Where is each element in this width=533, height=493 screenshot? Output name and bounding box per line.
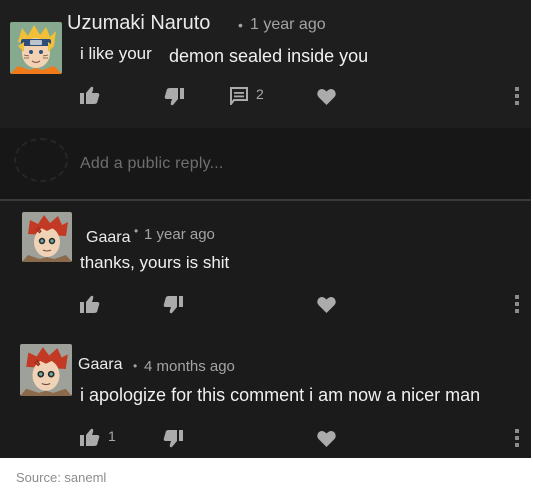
avatar[interactable] [10, 22, 62, 74]
comment-timestamp[interactable]: 1 year ago [250, 16, 326, 34]
avatar[interactable] [22, 212, 72, 262]
thumbs-down-icon[interactable] [163, 430, 183, 448]
comment-timestamp[interactable]: 4 months ago [144, 358, 235, 375]
screenshot: Uzumaki Naruto • 1 year ago i like your … [0, 0, 531, 458]
more-vert-icon[interactable] [514, 295, 520, 313]
more-vert-icon[interactable] [514, 429, 520, 447]
source-credit: Source: saneml [16, 470, 107, 485]
thumbs-down-icon[interactable] [163, 296, 183, 314]
comment-author[interactable]: Uzumaki Naruto [67, 12, 210, 35]
thumbs-up-icon[interactable] [80, 295, 100, 313]
more-vert-icon[interactable] [514, 87, 520, 105]
avatar[interactable] [20, 344, 72, 396]
heart-icon[interactable] [317, 88, 336, 105]
separator-dot: • [134, 224, 139, 238]
comment-author[interactable]: Gaara [86, 229, 130, 247]
comment-text-part2: demon sealed inside you [169, 46, 369, 66]
separator-dot: • [238, 17, 243, 33]
thumbs-up-icon[interactable] [80, 428, 100, 446]
comment-author[interactable]: Gaara [78, 356, 122, 374]
like-count: 1 [108, 428, 116, 444]
comment-text: thanks, yours is shit [80, 253, 230, 272]
gaara-avatar [20, 344, 72, 396]
reply-avatar-placeholder [14, 138, 68, 182]
comment-timestamp[interactable]: 1 year ago [144, 226, 215, 243]
heart-icon[interactable] [317, 430, 336, 447]
thumbs-down-icon[interactable] [164, 88, 184, 106]
reply-count: 2 [256, 86, 264, 102]
gaara-avatar [22, 212, 72, 262]
reply-icon[interactable] [230, 87, 248, 105]
reply-input[interactable]: Add a public reply... [80, 155, 224, 173]
comment-text-part1: i like your [80, 44, 152, 63]
separator-dot: • [133, 359, 138, 373]
naruto-avatar [10, 22, 62, 74]
heart-icon[interactable] [317, 296, 336, 313]
reply-input-underline [0, 199, 531, 201]
thumbs-up-icon[interactable] [80, 86, 100, 104]
comment-text: i apologize for this comment i am now a … [80, 385, 481, 405]
